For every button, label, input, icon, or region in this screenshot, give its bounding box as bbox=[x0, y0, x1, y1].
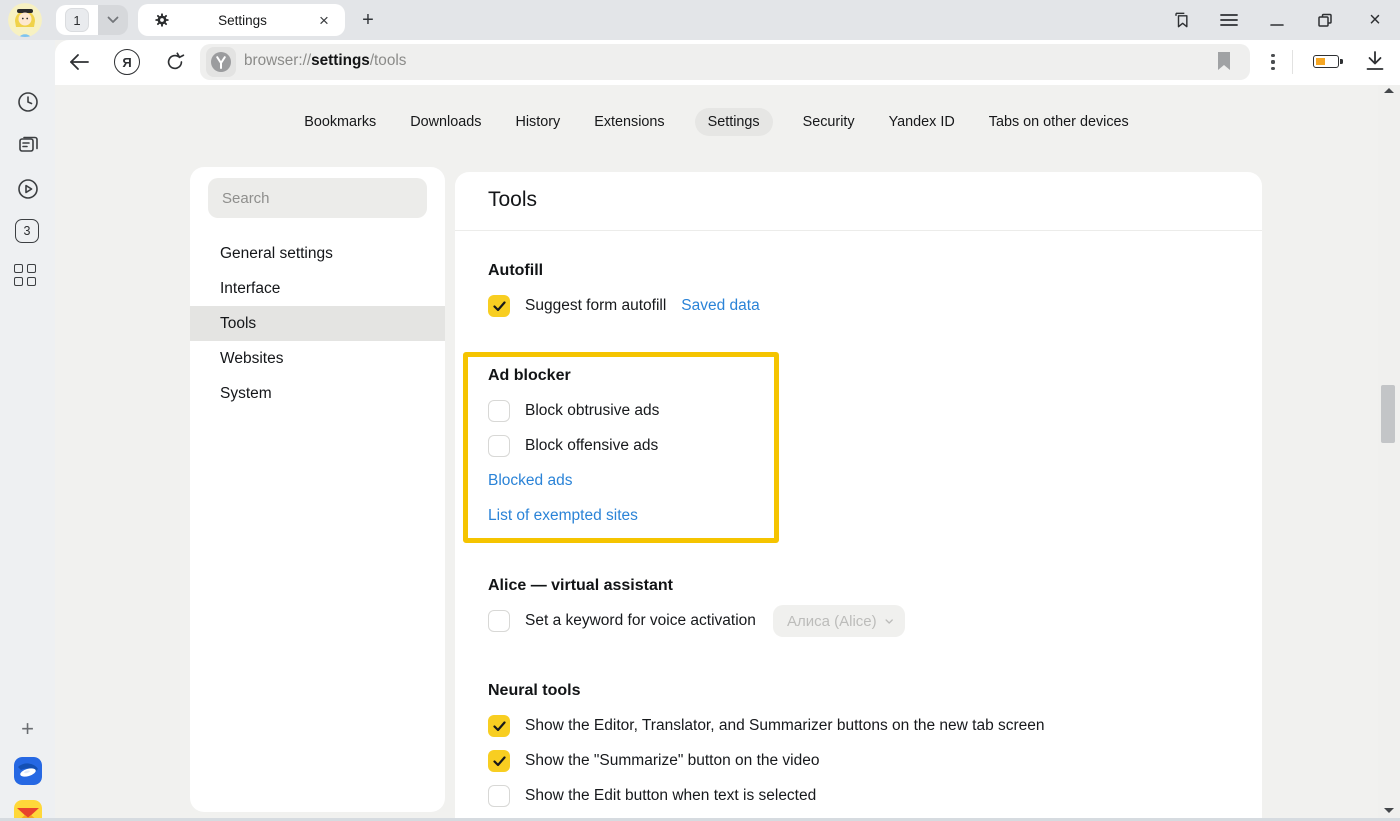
scroll-up-icon[interactable] bbox=[1384, 88, 1394, 93]
show-editor-translator-summarizer-label: Show the Editor, Translator, and Summari… bbox=[525, 717, 1045, 735]
site-badge-icon[interactable] bbox=[206, 47, 236, 77]
gear-icon bbox=[154, 12, 170, 28]
feed-icon[interactable] bbox=[14, 131, 41, 158]
show-edit-button-label: Show the Edit button when text is select… bbox=[525, 787, 816, 805]
toolbar-divider bbox=[1292, 50, 1293, 74]
battery-saver-icon[interactable] bbox=[1313, 55, 1339, 68]
nav-history[interactable]: History bbox=[511, 108, 564, 136]
alice-keyword-select[interactable]: Алиса (Alice) bbox=[773, 605, 905, 637]
sidebar-item-general-settings[interactable]: General settings bbox=[190, 236, 445, 271]
nav-security[interactable]: Security bbox=[799, 108, 859, 136]
suggest-form-autofill-checkbox[interactable] bbox=[488, 295, 510, 317]
divider bbox=[455, 230, 1262, 231]
show-summarize-button-checkbox[interactable] bbox=[488, 750, 510, 772]
suggest-form-autofill-label: Suggest form autofill bbox=[525, 297, 666, 315]
left-rail: 3 + bbox=[0, 40, 55, 821]
tab-counter-button[interactable]: 1 bbox=[56, 5, 98, 35]
yandex-search-icon[interactable]: Я bbox=[114, 49, 140, 75]
yandex-disk-icon[interactable] bbox=[14, 757, 42, 785]
sidebar-item-tools[interactable]: Tools bbox=[190, 306, 445, 341]
scroll-down-icon[interactable] bbox=[1384, 808, 1394, 813]
nav-extensions[interactable]: Extensions bbox=[590, 108, 668, 136]
voice-activation-keyword-checkbox[interactable] bbox=[488, 610, 510, 632]
scrollbar-track[interactable] bbox=[1378, 85, 1400, 821]
tab-title: Settings bbox=[170, 13, 315, 28]
minimize-icon[interactable] bbox=[1267, 10, 1287, 30]
add-panel-item-button[interactable]: + bbox=[14, 715, 41, 742]
show-edit-button-checkbox[interactable] bbox=[488, 785, 510, 807]
nav-downloads[interactable]: Downloads bbox=[406, 108, 485, 136]
bookmark-icon[interactable] bbox=[1216, 51, 1232, 71]
block-offensive-ads-label: Block offensive ads bbox=[525, 437, 658, 455]
alice-heading: Alice — virtual assistant bbox=[488, 577, 673, 595]
block-offensive-ads-checkbox[interactable] bbox=[488, 435, 510, 457]
list-of-exempted-sites-link[interactable]: List of exempted sites bbox=[488, 507, 638, 525]
history-icon[interactable] bbox=[14, 88, 41, 115]
new-tab-button[interactable]: + bbox=[355, 7, 381, 33]
chevron-down-icon bbox=[107, 16, 119, 24]
chevron-down-icon bbox=[885, 618, 893, 625]
sidebar-item-interface[interactable]: Interface bbox=[190, 271, 445, 306]
saved-data-link[interactable]: Saved data bbox=[681, 297, 759, 315]
profile-avatar[interactable] bbox=[8, 3, 42, 37]
more-menu-icon[interactable] bbox=[1267, 51, 1279, 73]
refresh-icon[interactable] bbox=[162, 49, 188, 75]
blocked-ads-link[interactable]: Blocked ads bbox=[488, 472, 572, 490]
search-input[interactable] bbox=[208, 178, 427, 218]
ad-blocker-heading: Ad blocker bbox=[488, 367, 571, 385]
show-summarize-button-label: Show the "Summarize" button on the video bbox=[525, 752, 819, 770]
restore-window-icon[interactable] bbox=[1315, 10, 1335, 30]
neural-tools-heading: Neural tools bbox=[488, 682, 580, 700]
apps-grid-icon[interactable] bbox=[14, 264, 36, 286]
titlebar: 1 Set bbox=[0, 0, 1400, 40]
page-title: Tools bbox=[488, 188, 537, 212]
nav-tabs-other-devices[interactable]: Tabs on other devices bbox=[985, 108, 1133, 136]
voice-activation-keyword-label: Set a keyword for voice activation bbox=[525, 612, 756, 630]
alice-keyword-value: Алиса (Alice) bbox=[787, 613, 877, 630]
show-editor-translator-summarizer-checkbox[interactable] bbox=[488, 715, 510, 737]
tab-settings[interactable]: Settings × bbox=[138, 4, 345, 36]
url-text[interactable]: browser://settings/tools bbox=[244, 52, 406, 70]
tabs-count-button[interactable]: 3 bbox=[15, 219, 39, 243]
close-window-icon[interactable]: × bbox=[1365, 10, 1385, 30]
settings-top-nav: Bookmarks Downloads History Extensions S… bbox=[55, 108, 1378, 136]
block-obtrusive-ads-label: Block obtrusive ads bbox=[525, 402, 659, 420]
video-icon[interactable] bbox=[14, 175, 41, 202]
nav-yandex-id[interactable]: Yandex ID bbox=[885, 108, 959, 136]
sidebar-item-system[interactable]: System bbox=[190, 376, 445, 411]
scrollbar-thumb[interactable] bbox=[1381, 385, 1395, 443]
alice-avatar-icon bbox=[8, 3, 42, 37]
side-panel-icon[interactable] bbox=[1171, 10, 1191, 30]
browser-window: 1 Set bbox=[0, 0, 1400, 821]
tab-list-dropdown[interactable] bbox=[98, 5, 128, 35]
back-icon[interactable] bbox=[66, 49, 92, 75]
downloads-icon[interactable] bbox=[1362, 48, 1388, 74]
menu-icon[interactable] bbox=[1219, 10, 1239, 30]
nav-bookmarks[interactable]: Bookmarks bbox=[300, 108, 380, 136]
nav-settings[interactable]: Settings bbox=[695, 108, 773, 136]
autofill-heading: Autofill bbox=[488, 262, 543, 280]
sidebar-item-websites[interactable]: Websites bbox=[190, 341, 445, 376]
tab-counter-group: 1 bbox=[56, 5, 128, 35]
tab-close-icon[interactable]: × bbox=[315, 12, 333, 29]
block-obtrusive-ads-checkbox[interactable] bbox=[488, 400, 510, 422]
tab-counter-badge: 1 bbox=[65, 8, 89, 32]
